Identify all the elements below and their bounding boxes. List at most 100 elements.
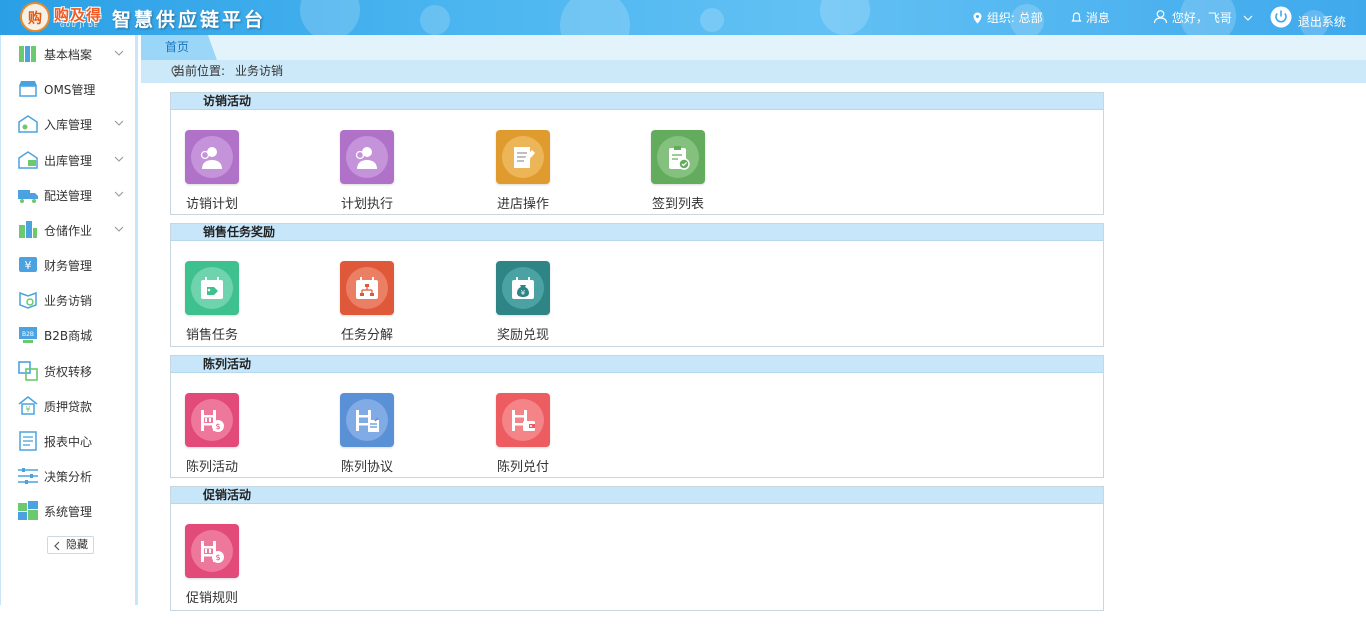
truck-icon bbox=[18, 190, 38, 203]
messages-label: 消息 bbox=[1085, 11, 1110, 25]
tile-label: 计划执行 bbox=[341, 197, 394, 212]
finance-icon: ¥ bbox=[19, 257, 37, 272]
top-header: 购 购及得 GOU JI DE 智慧供应链平台 组织: 总部 消息 您好，飞哥 … bbox=[0, 0, 1366, 35]
section-panel: 访销活动访销计划 计划执行 进店操作 签到列表 bbox=[170, 92, 1104, 215]
logout-label: 退出系统 bbox=[1297, 15, 1346, 29]
chevron-down-icon bbox=[114, 120, 124, 126]
chevron-down-icon bbox=[114, 50, 124, 56]
section-title: 促销活动 bbox=[171, 487, 1103, 504]
sidebar-item-label: 系统管理 bbox=[44, 504, 93, 519]
sidebar-item-9[interactable]: B2B B2B商城 bbox=[17, 322, 132, 348]
tile-label: 任务分解 bbox=[341, 328, 394, 343]
chevron-down-icon bbox=[114, 226, 124, 232]
sidebar: 基本档案 OMS管理 入库管理 出库管理 配送管理 仓储作业 ¥ 财务管理 业务访销 B2B B2B… bbox=[0, 35, 138, 605]
tile-label: 进店操作 bbox=[497, 197, 550, 212]
sidebar-item-14[interactable]: 系统管理 bbox=[17, 498, 132, 524]
breadcrumb: 当前位置: 业务访销 bbox=[141, 60, 1366, 83]
sidebar-item-label: 仓储作业 bbox=[44, 223, 93, 238]
svg-text:$: $ bbox=[215, 422, 220, 431]
sidebar-item-10[interactable]: 货权转移 bbox=[17, 358, 132, 384]
calendar-tag-icon bbox=[185, 261, 239, 315]
sidebar-item-5[interactable]: 配送管理 bbox=[17, 182, 132, 208]
tile-label: 销售任务 bbox=[186, 328, 239, 343]
breadcrumb-current: 业务访销 bbox=[235, 64, 284, 78]
app-title: 智慧供应链平台 bbox=[112, 9, 267, 31]
b2b-icon: B2B bbox=[19, 327, 37, 343]
shelf-coin-icon: $ bbox=[185, 524, 239, 578]
breadcrumb-prefix: 当前位置: bbox=[173, 64, 226, 78]
sidebar-item-label: OMS管理 bbox=[44, 82, 96, 97]
warehouse-icon bbox=[19, 221, 37, 238]
user-icon bbox=[1153, 10, 1168, 24]
chevron-down-icon bbox=[114, 156, 124, 162]
user-menu[interactable]: 您好，飞哥 bbox=[1153, 9, 1254, 27]
location-pin-icon bbox=[171, 66, 180, 77]
inbound-icon bbox=[18, 115, 38, 133]
module-tile[interactable]: 任务分解 bbox=[326, 261, 446, 361]
tab-home[interactable]: 首页 bbox=[141, 35, 217, 60]
sidebar-item-label: 出库管理 bbox=[44, 153, 93, 168]
sidebar-item-1[interactable]: 基本档案 bbox=[17, 41, 132, 67]
sidebar-item-13[interactable]: 决策分析 bbox=[17, 463, 132, 489]
section-title: 访销活动 bbox=[171, 93, 1103, 110]
sidebar-item-4[interactable]: 出库管理 bbox=[17, 147, 132, 173]
sidebar-item-label: 货权转移 bbox=[44, 364, 93, 379]
person-icon bbox=[185, 130, 239, 184]
calendar-tree-icon bbox=[340, 261, 394, 315]
sidebar-item-12[interactable]: 报表中心 bbox=[17, 428, 132, 454]
module-tile[interactable]: 陈列协议 bbox=[326, 393, 446, 493]
sidebar-item-11[interactable]: ¥ 质押贷款 bbox=[17, 393, 132, 419]
svg-text:¥: ¥ bbox=[521, 289, 526, 297]
person-icon bbox=[340, 130, 394, 184]
tab-home-label: 首页 bbox=[165, 40, 190, 54]
sidebar-item-3[interactable]: 入库管理 bbox=[17, 111, 132, 137]
sidebar-item-label: B2B商城 bbox=[44, 328, 93, 343]
hide-sidebar-button[interactable]: 隐藏 bbox=[47, 536, 94, 554]
section-panel: 销售任务奖励 销售任务 任务分解 ¥ 奖励兑现 bbox=[170, 223, 1104, 347]
org-selector[interactable]: 组织: 总部 bbox=[972, 9, 1043, 27]
module-tile[interactable]: 签到列表 bbox=[637, 130, 757, 230]
sidebar-item-label: 入库管理 bbox=[44, 117, 93, 132]
loan-icon: ¥ bbox=[18, 396, 38, 415]
power-icon bbox=[1270, 6, 1292, 28]
sidebar-item-label: 财务管理 bbox=[44, 258, 93, 273]
tile-label: 促销规则 bbox=[186, 591, 239, 606]
section-title: 陈列活动 bbox=[171, 356, 1103, 373]
sidebar-item-label: 基本档案 bbox=[44, 47, 93, 62]
chevron-down-icon bbox=[114, 191, 124, 197]
sidebar-item-6[interactable]: 仓储作业 bbox=[17, 217, 132, 243]
section-title: 销售任务奖励 bbox=[171, 224, 1103, 241]
module-tile[interactable]: 访销计划 bbox=[171, 130, 291, 230]
svg-text:$: $ bbox=[215, 553, 220, 562]
tile-label: 访销计划 bbox=[186, 197, 239, 212]
report-icon bbox=[19, 431, 37, 451]
system-icon bbox=[18, 501, 38, 520]
tile-label: 陈列兑付 bbox=[497, 460, 550, 475]
visit-sales-icon bbox=[19, 291, 37, 309]
module-tile[interactable]: 陈列兑付 bbox=[482, 393, 602, 493]
bell-icon bbox=[1071, 12, 1082, 22]
sidebar-item-label: 决策分析 bbox=[44, 469, 93, 484]
analysis-icon bbox=[18, 468, 38, 484]
module-tile[interactable]: 销售任务 bbox=[171, 261, 291, 361]
messages-link[interactable]: 消息 bbox=[1071, 9, 1110, 27]
sidebar-item-8[interactable]: 业务访销 bbox=[17, 287, 132, 313]
module-tile[interactable]: ¥ 奖励兑现 bbox=[482, 261, 602, 361]
archive-icon bbox=[19, 46, 36, 62]
tab-bar: 首页 bbox=[141, 35, 1366, 60]
module-tile[interactable]: $ 促销规则 bbox=[171, 524, 291, 624]
transfer-icon bbox=[18, 361, 38, 381]
chevron-left-icon bbox=[54, 541, 60, 551]
module-tile[interactable]: 进店操作 bbox=[482, 130, 602, 230]
sidebar-item-7[interactable]: ¥ 财务管理 bbox=[17, 252, 132, 278]
svg-text:¥: ¥ bbox=[25, 259, 32, 272]
shelf-wallet-icon bbox=[496, 393, 550, 447]
logout-button[interactable]: 退出系统 bbox=[1270, 6, 1346, 29]
hide-label: 隐藏 bbox=[66, 538, 88, 551]
module-tile[interactable]: 计划执行 bbox=[326, 130, 446, 230]
sidebar-item-label: 配送管理 bbox=[44, 188, 93, 203]
module-tile[interactable]: $ 陈列活动 bbox=[171, 393, 291, 493]
sidebar-item-2[interactable]: OMS管理 bbox=[17, 76, 132, 102]
shelf-doc-icon bbox=[340, 393, 394, 447]
tile-label: 签到列表 bbox=[652, 197, 705, 212]
